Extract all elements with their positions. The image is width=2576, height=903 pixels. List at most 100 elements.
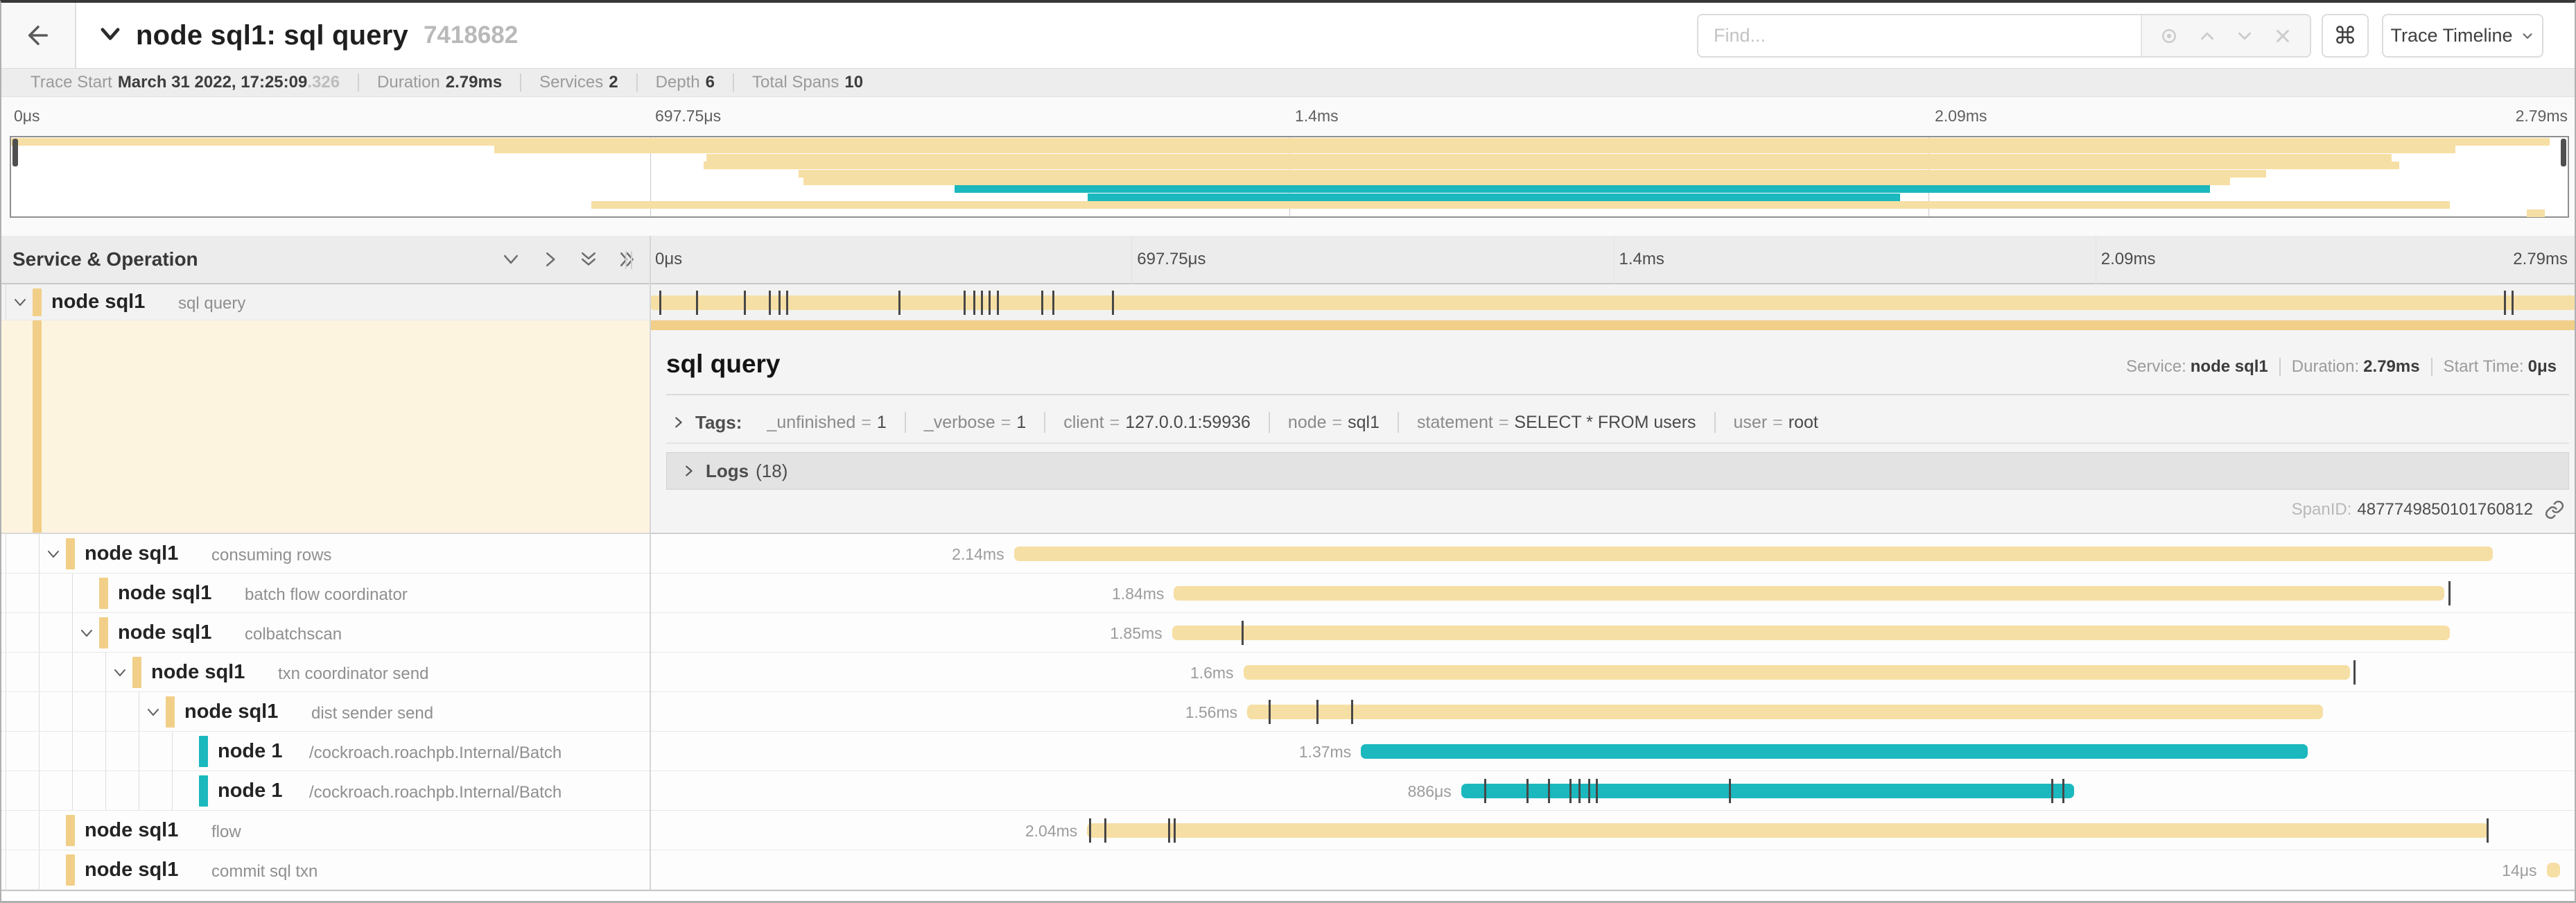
keyboard-shortcuts-button[interactable]: ⌘ <box>2322 14 2369 58</box>
span-collapse-chevron-icon[interactable] <box>12 294 28 311</box>
span-duration-bar[interactable] <box>1361 744 2307 759</box>
span-duration-bar[interactable] <box>1461 784 2074 798</box>
span-row[interactable]: node 1/cockroach.roachpb.Internal/Batch1… <box>1 732 2575 771</box>
tag-key-value: user=root <box>1714 412 1836 433</box>
span-log-tick[interactable] <box>1242 621 1244 645</box>
view-selector-button[interactable]: Trace Timeline <box>2382 14 2543 58</box>
indent-guide <box>105 653 106 691</box>
span-row[interactable]: node sql1commit sql txn14μs <box>1 850 2575 890</box>
tag-key: client <box>1063 413 1104 432</box>
span-log-tick[interactable] <box>2504 291 2506 315</box>
span-log-tick[interactable] <box>1729 779 1731 803</box>
span-log-tick[interactable] <box>1052 291 1054 315</box>
span-log-tick[interactable] <box>1316 700 1319 724</box>
span-row[interactable]: node 1/cockroach.roachpb.Internal/Batch8… <box>1 771 2575 811</box>
view-selector-label: Trace Timeline <box>2390 25 2512 46</box>
span-collapse-chevron-icon[interactable] <box>78 625 95 642</box>
operation-name: sql query <box>178 294 245 313</box>
minimap-span-bar <box>11 138 2550 146</box>
span-log-tick[interactable] <box>2051 779 2053 803</box>
span-log-tick[interactable] <box>973 291 975 315</box>
span-log-tick[interactable] <box>2062 779 2064 803</box>
tags-accordion[interactable]: Tags: _unfinished=1_verbose=1client=127.… <box>666 402 2569 444</box>
span-log-tick[interactable] <box>778 291 781 315</box>
indent-guide <box>39 574 40 612</box>
span-log-tick[interactable] <box>989 291 991 315</box>
viewport-left-handle[interactable] <box>12 139 18 166</box>
span-row[interactable]: node sql1txn coordinator send1.6ms <box>1 653 2575 692</box>
span-log-tick[interactable] <box>1526 779 1529 803</box>
back-button[interactable] <box>1 3 76 68</box>
span-log-tick[interactable] <box>981 291 983 315</box>
span-log-tick[interactable] <box>898 291 900 315</box>
span-collapse-chevron-icon[interactable] <box>145 704 162 721</box>
span-duration-bar[interactable] <box>650 295 2576 310</box>
span-collapse-chevron-icon[interactable] <box>45 546 62 562</box>
span-duration-bar[interactable] <box>2547 863 2560 877</box>
page-title: node sql1: sql query <box>136 20 408 51</box>
span-duration-bar[interactable] <box>1087 823 2489 838</box>
find-prev-icon[interactable] <box>2197 26 2218 46</box>
collapse-trace-chevron-icon[interactable] <box>97 21 123 51</box>
span-duration-bar[interactable] <box>1174 586 2444 601</box>
expand-one-icon[interactable] <box>539 249 560 270</box>
meta-value: 2 <box>609 73 618 92</box>
logs-label: Logs <box>706 461 749 482</box>
span-log-tick[interactable] <box>2353 660 2356 685</box>
span-row[interactable]: node sql1batch flow coordinator1.84ms <box>1 574 2575 613</box>
logs-accordion[interactable]: Logs (18) <box>666 452 2569 490</box>
span-color-stripe <box>99 617 108 648</box>
column-resize-handle[interactable] <box>625 251 632 269</box>
span-log-tick[interactable] <box>1269 700 1271 724</box>
column-divider[interactable] <box>650 236 651 890</box>
span-log-tick[interactable] <box>1351 700 1353 724</box>
span-log-tick[interactable] <box>964 291 966 315</box>
span-log-tick[interactable] <box>2448 581 2451 605</box>
tags-label: Tags: <box>695 412 742 433</box>
span-log-tick[interactable] <box>744 291 746 315</box>
deep-link-icon[interactable] <box>2544 499 2565 520</box>
timeline-tick-label: 697.75μs <box>1137 250 1206 269</box>
span-log-tick[interactable] <box>1104 818 1106 843</box>
span-log-tick[interactable] <box>1484 779 1486 803</box>
span-log-tick[interactable] <box>2487 818 2489 843</box>
span-row[interactable]: node sql1sql query <box>1 284 2575 320</box>
span-duration-bar[interactable] <box>1172 626 2451 640</box>
span-log-tick[interactable] <box>1596 779 1598 803</box>
locate-icon[interactable] <box>2159 26 2179 46</box>
span-collapse-chevron-icon[interactable] <box>112 664 128 681</box>
span-log-tick[interactable] <box>1588 779 1590 803</box>
span-duration-bar[interactable] <box>1244 665 2350 680</box>
span-log-tick[interactable] <box>1041 291 1043 315</box>
span-log-tick[interactable] <box>1168 818 1170 843</box>
span-log-tick[interactable] <box>1174 818 1176 843</box>
span-detail-meta: Service:node sql1Duration:2.79msStart Ti… <box>2115 358 2568 376</box>
span-log-tick[interactable] <box>1569 779 1572 803</box>
find-next-icon[interactable] <box>2234 26 2255 46</box>
span-row[interactable]: node sql1consuming rows2.14ms <box>1 534 2575 574</box>
span-duration-bar[interactable] <box>1247 705 2323 719</box>
viewport-right-handle[interactable] <box>2561 139 2566 166</box>
span-log-tick[interactable] <box>1548 779 1550 803</box>
span-log-tick[interactable] <box>997 291 999 315</box>
collapse-one-icon[interactable] <box>501 249 521 270</box>
detail-meta-value: 0μs <box>2528 357 2557 376</box>
span-log-tick[interactable] <box>1112 291 1114 315</box>
span-duration-bar[interactable] <box>1014 547 2493 561</box>
span-log-tick[interactable] <box>659 291 661 315</box>
find-input[interactable] <box>1698 15 2141 56</box>
minimap-canvas[interactable] <box>10 136 2569 218</box>
span-log-tick[interactable] <box>2512 291 2514 315</box>
span-log-tick[interactable] <box>786 291 788 315</box>
indent-guide <box>172 732 173 771</box>
span-log-tick[interactable] <box>1578 779 1581 803</box>
span-row[interactable]: node sql1dist sender send1.56ms <box>1 692 2575 732</box>
tag-value: 1 <box>1016 413 1026 432</box>
collapse-all-icon[interactable] <box>578 249 599 270</box>
clear-find-icon[interactable] <box>2272 26 2293 46</box>
span-row[interactable]: node sql1colbatchscan1.85ms <box>1 613 2575 653</box>
span-log-tick[interactable] <box>696 291 698 315</box>
span-log-tick[interactable] <box>769 291 771 315</box>
span-row[interactable]: node sql1flow2.04ms <box>1 811 2575 850</box>
span-log-tick[interactable] <box>1089 818 1091 843</box>
